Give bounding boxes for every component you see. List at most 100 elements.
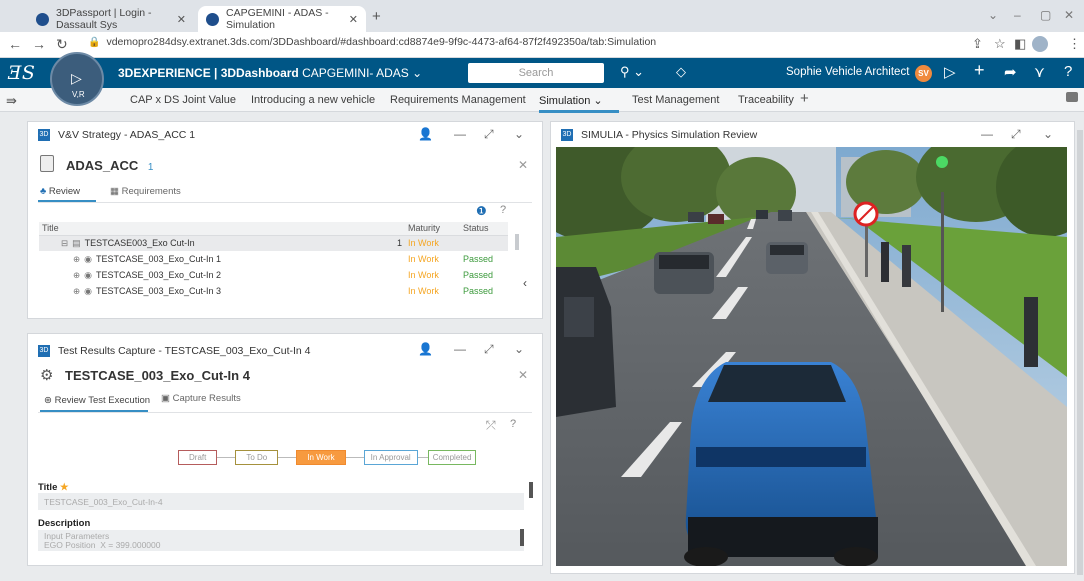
3ds-logo-icon[interactable]: ƎS [8,62,35,84]
panel-menu-chevron-icon[interactable]: ⌄ [514,127,524,141]
collapse-icon[interactable]: ⊟ [61,238,68,248]
search-icon[interactable]: ⚲ ⌄ [620,64,644,80]
state-in-approval[interactable]: In Approval [363,450,418,465]
chevron-down-icon: ⌄ [593,95,603,107]
tab-introducing-vehicle[interactable]: Introducing a new vehicle [251,94,375,106]
browser-tab-3dpassport[interactable]: 3DPassport | Login - Dassault Sys ✕ [28,6,194,32]
tools-icon[interactable]: ⤱ [486,418,496,433]
compass-icon[interactable]: ▷ V,R [50,52,104,106]
maximize-panel-icon[interactable]: ⤢ [1011,127,1021,142]
table-row[interactable]: ⊕ ◉ TESTCASE_003_Exo_Cut-In 3 In Work Pass… [39,283,508,299]
minimize-icon[interactable]: – [1014,8,1021,22]
browser-menu-icon[interactable]: ⋮ [1068,36,1081,52]
tab-review-test-execution[interactable]: ⊛ Review Test Execution [44,395,150,406]
minimize-panel-icon[interactable]: — [454,342,466,356]
add-tab-icon[interactable]: + [800,90,809,107]
collaboration-icon[interactable]: ⋎ [1034,63,1045,81]
panel-menu-chevron-icon[interactable]: ⌄ [1043,127,1053,141]
lifecycle-connector [345,457,364,458]
share-user-icon[interactable]: 👤 [418,127,433,141]
state-completed[interactable]: Completed [427,450,477,465]
brand-dashboard-name: CAPGEMINI- ADAS [302,66,409,80]
comment-icon[interactable] [1066,92,1078,102]
share-arrow-icon[interactable]: ➦ [1004,63,1017,81]
close-tab-icon[interactable]: ✕ [177,13,186,26]
back-icon[interactable]: ← [8,36,22,52]
tab-capture-results[interactable]: ▣ Capture Results [161,393,241,404]
lock-icon: 🔒 [88,37,101,48]
close-window-icon[interactable]: ✕ [1064,8,1074,22]
browser-tab-simulation[interactable]: CAPGEMINI - ADAS - Simulation ✕ [198,6,366,32]
col-maturity[interactable]: Maturity [405,222,460,236]
state-draft[interactable]: Draft [178,450,218,465]
url-field[interactable]: 🔒 vdemopro284dsy.extranet.3ds.com/3DDashb… [88,36,656,48]
help-icon[interactable]: ? [1064,63,1072,80]
tag-icon[interactable]: ◇ [676,64,686,80]
tab-search-icon[interactable]: ⌄ [988,8,998,22]
close-icon[interactable]: ✕ [518,368,528,382]
tab-traceability[interactable]: Traceability [738,94,794,106]
profile-avatar[interactable] [1032,36,1048,52]
maximize-panel-icon[interactable]: ⤢ [484,127,494,142]
maximize-icon[interactable]: ▢ [1040,8,1051,22]
minimize-panel-icon[interactable]: — [454,127,466,141]
bookmark-star-icon[interactable]: ☆ [994,36,1006,52]
table-row[interactable]: ⊟ ▤ TESTCASE003_Exo Cut-In 1 In Work [39,235,508,251]
help-icon[interactable]: ? [500,204,506,216]
simulation-viewport[interactable] [556,147,1067,566]
close-icon[interactable]: ✕ [518,158,528,172]
tab-requirements[interactable]: ▦ Requirements [110,186,181,197]
table-row[interactable]: ⊕ ◉ TESTCASE_003_Exo_Cut-In 1 In Work Pass… [39,251,508,267]
expand-icon[interactable]: ⊕ [73,286,80,296]
close-tab-icon[interactable]: ✕ [349,13,358,26]
sidepanel-icon[interactable]: ◧ [1014,36,1026,52]
forward-icon[interactable]: → [32,36,46,52]
search-input[interactable]: Search [468,63,604,83]
panel-menu-chevron-icon[interactable]: ⌄ [514,342,524,356]
help-icon[interactable]: ? [510,418,516,430]
row-maturity: In Work [405,235,460,251]
tab-review-label: Review [48,186,81,197]
tab-simulation[interactable]: Simulation ⌄ [539,94,619,113]
table-row[interactable]: ⊕ ◉ TESTCASE_003_Exo_Cut-In 2 In Work Pass… [39,267,508,283]
add-icon[interactable]: + [974,60,985,81]
form-scrollbar[interactable] [529,482,533,498]
app-icon: 3D [38,129,50,141]
table-scrollbar[interactable] [515,234,519,250]
user-avatar-badge[interactable]: SV [915,65,932,82]
dashboard-brand[interactable]: 3DEXPERIENCE | 3DDashboard CAPGEMINI- AD… [118,66,422,80]
share-icon[interactable]: ⇪ [972,36,983,52]
tab-cap-x-ds[interactable]: CAP x DS Joint Value [130,94,236,106]
object-title: ADAS_ACC 1 [66,158,153,173]
compass-label: V,R [72,90,85,99]
user-name[interactable]: Sophie Vehicle Architect [786,66,909,78]
testcase-icon: ◉ [84,253,92,264]
share-app-icon[interactable]: ▷ [944,63,956,81]
maximize-panel-icon[interactable]: ⤢ [484,342,494,357]
tab-review[interactable]: ♣ Review [40,186,80,197]
page-scrollbar[interactable] [1077,130,1083,575]
dashboard-menu-icon[interactable]: ⇛ [6,93,17,109]
collapse-side-chevron-icon[interactable]: ‹ [523,276,527,290]
col-status[interactable]: Status [460,222,508,236]
info-icon[interactable]: ❶ [476,204,487,218]
reload-icon[interactable]: ↻ [56,36,68,53]
description-scrollbar[interactable] [520,529,524,546]
testcase-icon: ◉ [84,285,92,296]
minimize-panel-icon[interactable]: — [981,127,993,141]
expand-icon[interactable]: ⊕ [73,270,80,280]
browser-tab-label: 3DPassport | Login - Dassault Sys [56,7,152,31]
required-star-icon: ★ [60,482,69,493]
expand-icon[interactable]: ⊕ [73,254,80,264]
row-title: TESTCASE_003_Exo_Cut-In 3 [95,285,222,296]
share-user-icon[interactable]: 👤 [418,342,433,356]
title-field[interactable]: TESTCASE_003_Exo_Cut-In-4 [38,493,524,510]
tab-test-management[interactable]: Test Management [632,94,719,106]
tab-requirements-management[interactable]: Requirements Management [390,94,526,106]
col-title[interactable]: Title [39,222,405,236]
state-in-work[interactable]: In Work [296,450,346,465]
description-field[interactable]: Input Parameters EGO Position_X = 399.000… [38,530,524,551]
state-to-do[interactable]: To Do [235,450,279,465]
new-tab-icon[interactable]: + [372,8,381,25]
capture-icon: ▣ [161,393,170,404]
